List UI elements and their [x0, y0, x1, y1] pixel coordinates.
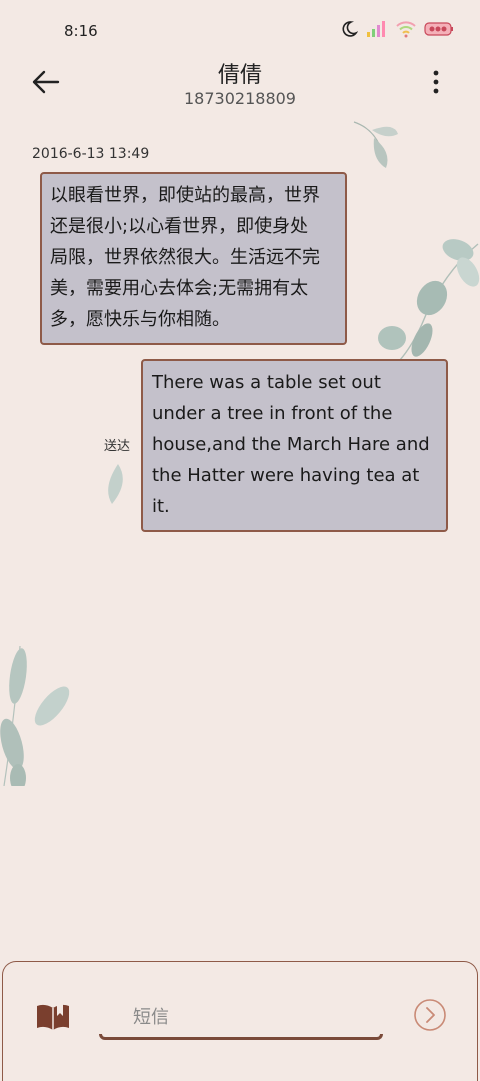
status-icons: [340, 20, 454, 42]
incoming-message-bubble[interactable]: 以眼看世界，即使站的最高，世界 还是很小;以心看世界，即使身处 局限，世界依然很…: [40, 172, 347, 345]
message-line: 多，愿快乐与你相随。: [50, 309, 230, 330]
message-line: house,and the March Hare and: [152, 434, 430, 455]
contact-phone: 18730218809: [184, 89, 296, 108]
moon-icon: [340, 20, 359, 42]
battery-icon: [424, 21, 454, 41]
more-options-button[interactable]: [426, 69, 446, 95]
status-bar: 8:16: [0, 0, 480, 60]
leaf-branch-icon: [378, 239, 480, 361]
leaf-decoration-icon: [353, 121, 398, 168]
message-line: the Hatter were having tea at: [152, 465, 420, 486]
message-line: 美，需要用心去体会;无需拥有太: [50, 278, 309, 299]
message-input[interactable]: [101, 998, 383, 1036]
small-leaf-icon: [108, 464, 123, 504]
message-line: 局限，世界依然很大。生活远不完: [50, 247, 320, 268]
message-line: it.: [152, 496, 170, 517]
message-line: 以眼看世界，即使站的最高，世界: [50, 185, 320, 206]
send-button[interactable]: [413, 998, 447, 1032]
message-line: There was a table set out: [152, 372, 381, 393]
book-icon: [35, 1004, 71, 1036]
outgoing-message-bubble[interactable]: There was a table set out under a tree i…: [141, 359, 448, 532]
attach-button[interactable]: [35, 1002, 71, 1032]
send-arrow-icon: [413, 999, 447, 1036]
signal-icon: [366, 20, 388, 42]
delivery-status: 送达: [104, 439, 131, 454]
input-underline: [99, 1034, 383, 1040]
conversation-header: 倩倩 18730218809: [0, 55, 480, 115]
contact-name: 倩倩: [217, 63, 262, 88]
status-time: 8:16: [64, 22, 98, 40]
message-composer: [2, 961, 478, 1081]
message-line: under a tree in front of the: [152, 403, 393, 424]
more-vertical-icon: [426, 70, 446, 99]
message-line: 还是很小;以心看世界，即使身处: [50, 216, 309, 237]
leaf-cluster-icon: [0, 646, 70, 786]
wifi-icon: [396, 20, 416, 42]
message-timestamp: 2016-6-13 13:49: [32, 146, 150, 162]
